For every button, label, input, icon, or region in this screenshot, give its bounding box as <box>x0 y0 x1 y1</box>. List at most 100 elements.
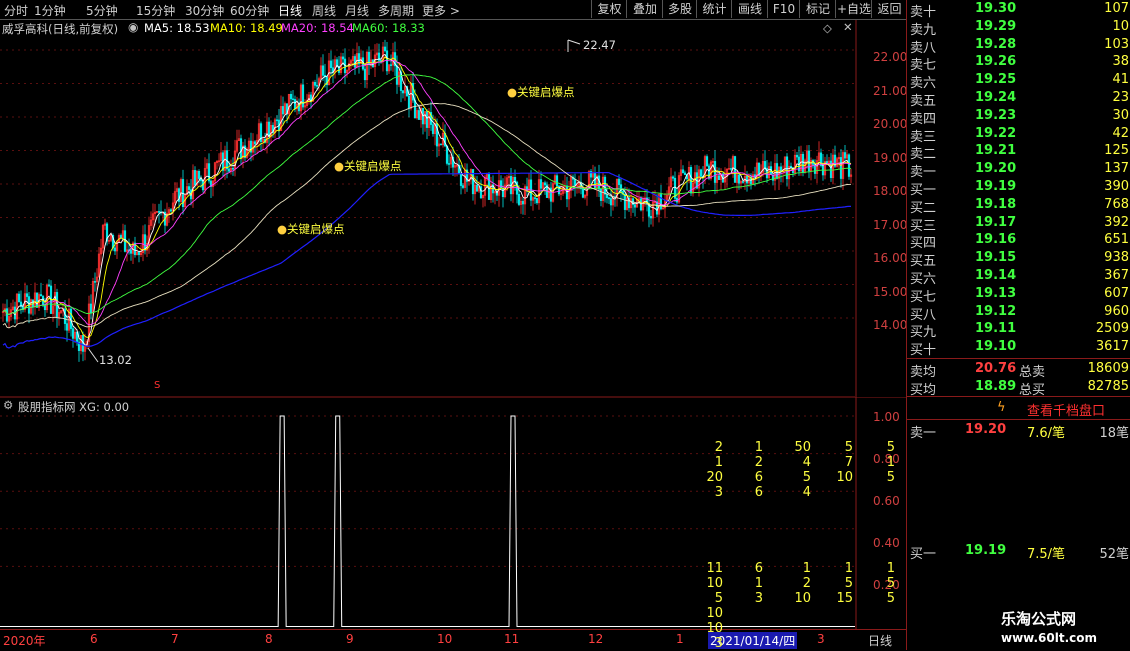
candle-body <box>417 110 421 120</box>
candle-body <box>197 171 201 179</box>
candle-body <box>795 154 799 158</box>
candle-body <box>655 201 659 215</box>
period-tab-fenshi[interactable]: 分时 <box>4 2 28 19</box>
price-tick: 16.00 <box>873 251 908 265</box>
date-tick: 2020年 <box>3 634 46 648</box>
period-tab-30min[interactable]: 30分钟 <box>185 2 224 19</box>
sell-detail-header: 卖一 19.20 7.6/笔 18笔 <box>910 422 1129 441</box>
candle-body <box>535 197 539 204</box>
draw-line-button[interactable]: 画线 <box>731 0 768 18</box>
buy-level-row[interactable]: 买四 19.16 651 <box>907 232 1130 251</box>
buy-level-row[interactable]: 买三 19.17 392 <box>907 215 1130 234</box>
multi-stock-button[interactable]: 多股 <box>662 0 697 18</box>
sell-level-row[interactable]: 卖五 19.24 23 <box>907 90 1130 109</box>
view-depth-button[interactable]: 查看千档盘口 <box>1027 400 1105 419</box>
close-icon[interactable]: ✕ <box>843 20 853 34</box>
buy-level-row[interactable]: 买二 19.18 768 <box>907 197 1130 216</box>
sell-level-row[interactable]: 卖三 19.22 42 <box>907 126 1130 145</box>
candle-body <box>699 169 703 177</box>
period-tab-multi[interactable]: 多周期 <box>378 2 414 19</box>
period-tab-1min[interactable]: 1分钟 <box>34 2 66 19</box>
date-tick: 6 <box>90 632 98 646</box>
sell-level-row[interactable]: 卖九 19.29 10 <box>907 19 1130 38</box>
candle-body <box>267 121 271 137</box>
price-tick: 20.00 <box>873 117 908 131</box>
candle-body <box>445 145 449 164</box>
f10-button[interactable]: F10 <box>767 0 800 18</box>
price-tick: 14.00 <box>873 318 908 332</box>
stock-title: 威孚高科(日线,前复权) <box>2 22 119 36</box>
buy-level-row[interactable]: 买七 19.13 607 <box>907 286 1130 305</box>
s-marker: S <box>154 380 161 391</box>
candle-body <box>227 168 231 172</box>
sell-level-row[interactable]: 卖四 19.23 30 <box>907 108 1130 127</box>
period-tab-15min[interactable]: 15分钟 <box>136 2 175 19</box>
candle-body <box>475 184 479 192</box>
candlestick-chart[interactable] <box>0 20 906 398</box>
period-tab-more[interactable]: 更多 > <box>422 2 460 19</box>
date-tick: 12 <box>588 632 604 646</box>
buy-level-row[interactable]: 买一 19.19 390 <box>907 179 1130 198</box>
candle-body <box>401 90 405 94</box>
ma-toggle-icon[interactable]: ◉ <box>128 20 138 34</box>
candle-body <box>807 150 811 172</box>
watermark-title: 乐淘公式网 <box>1001 610 1077 628</box>
candle-body <box>253 141 257 145</box>
candle-body <box>439 143 443 146</box>
buy-level-row[interactable]: 买九 19.11 2509 <box>907 321 1130 340</box>
period-tab-5min[interactable]: 5分钟 <box>86 2 118 19</box>
gear-icon[interactable]: ⚙ <box>3 398 13 412</box>
period-tab-daily[interactable]: 日线 <box>278 2 302 19</box>
diamond-icon[interactable]: ◇ <box>823 21 832 35</box>
ma120-line <box>2 172 851 349</box>
sell-level-row[interactable]: 卖八 19.28 103 <box>907 37 1130 56</box>
candle-body <box>431 124 435 134</box>
candle-body <box>301 84 305 108</box>
candle-body <box>459 173 463 186</box>
adjust-button[interactable]: 复权 <box>591 0 627 18</box>
stats-button[interactable]: 统计 <box>696 0 732 18</box>
candle-body <box>599 188 603 201</box>
candle-body <box>499 180 503 189</box>
back-button[interactable]: 返回 <box>871 0 907 18</box>
candle-body <box>737 174 741 184</box>
candle-body <box>407 95 411 109</box>
buy-level-row[interactable]: 买八 19.12 960 <box>907 304 1130 323</box>
sell-level-row[interactable]: 卖六 19.25 41 <box>907 72 1130 91</box>
buy-level-row[interactable]: 买六 19.14 367 <box>907 268 1130 287</box>
sell-level-row[interactable]: 卖十 19.30 107 <box>907 1 1130 20</box>
period-tab-60min[interactable]: 60分钟 <box>230 2 269 19</box>
indicator-chart[interactable] <box>0 397 906 629</box>
candle-body <box>17 293 21 303</box>
sell-level-row[interactable]: 卖二 19.21 125 <box>907 143 1130 162</box>
ma5-line <box>2 53 852 346</box>
candle-body <box>35 292 39 308</box>
candle-body <box>25 293 29 297</box>
mark-button[interactable]: 标记 <box>799 0 836 18</box>
candle-body <box>321 65 325 76</box>
period-tab-monthly[interactable]: 月线 <box>345 2 369 19</box>
candle-body <box>341 56 345 60</box>
money-bag-icon: ● <box>507 85 518 99</box>
overlay-button[interactable]: 叠加 <box>626 0 663 18</box>
ma10-value: MA10: 18.49 <box>210 21 283 35</box>
candle-body <box>683 172 687 175</box>
candle-body <box>581 188 585 198</box>
candle-body <box>609 198 613 206</box>
date-tick: 7 <box>171 632 179 646</box>
candle-body <box>839 157 843 179</box>
buy-level-row[interactable]: 买十 19.10 3617 <box>907 339 1130 358</box>
price-tick: 15.00 <box>873 285 908 299</box>
buy-level-row[interactable]: 买五 19.15 938 <box>907 250 1130 269</box>
candle-body <box>763 161 767 169</box>
sell-level-row[interactable]: 卖一 19.20 137 <box>907 161 1130 180</box>
candle-body <box>193 170 197 186</box>
add-watchlist-button[interactable]: +自选 <box>835 0 872 18</box>
sell-level-row[interactable]: 卖七 19.26 38 <box>907 54 1130 73</box>
candle-body <box>461 185 465 188</box>
candle-body <box>47 284 51 287</box>
candle-body <box>659 194 663 210</box>
candle-body <box>395 65 399 85</box>
period-toolbar: 分时 1分钟 5分钟 15分钟 30分钟 60分钟 日线 周线 月线 多周期 更… <box>0 0 906 20</box>
period-tab-weekly[interactable]: 周线 <box>312 2 336 19</box>
